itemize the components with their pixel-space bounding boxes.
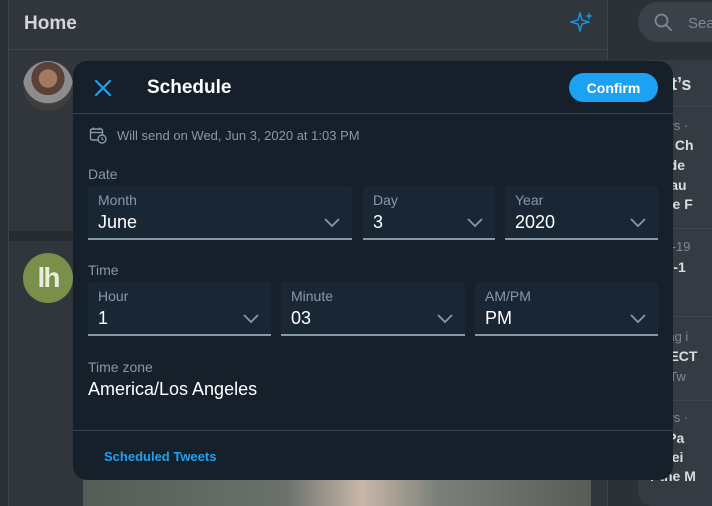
year-value: 2020 <box>515 212 556 232</box>
chevron-down-icon <box>243 314 259 324</box>
year-select[interactable]: Year 2020 <box>505 186 658 240</box>
avatar[interactable]: lh <box>23 253 73 303</box>
month-label: Month <box>98 192 137 208</box>
search-icon <box>654 13 672 31</box>
chevron-down-icon <box>324 218 340 228</box>
sparkle-icon[interactable] <box>569 10 595 36</box>
date-section-label: Date <box>88 166 118 182</box>
chevron-down-icon <box>437 314 453 324</box>
schedule-info-text: Will send on Wed, Jun 3, 2020 at 1:03 PM <box>117 127 360 143</box>
ampm-value: PM <box>485 308 512 328</box>
schedule-summary: Will send on Wed, Jun 3, 2020 at 1:03 PM <box>89 125 360 145</box>
day-value: 3 <box>373 212 384 232</box>
avatar[interactable] <box>23 61 73 111</box>
minute-value: 03 <box>291 308 312 328</box>
hour-value: 1 <box>98 308 109 328</box>
month-value: June <box>98 212 138 232</box>
ampm-select[interactable]: AM/PM PM <box>475 282 658 336</box>
calendar-clock-icon <box>89 127 107 144</box>
modal-title: Schedule <box>147 77 232 98</box>
search-placeholder: Sea <box>688 15 712 32</box>
chevron-down-icon <box>630 314 646 324</box>
ampm-label: AM/PM <box>485 288 531 304</box>
timezone-value: America/Los Angeles <box>88 379 258 399</box>
time-section-label: Time <box>88 262 119 278</box>
hour-select[interactable]: Hour 1 <box>88 282 271 336</box>
minute-select[interactable]: Minute 03 <box>281 282 465 336</box>
day-label: Day <box>373 192 398 208</box>
chevron-down-icon <box>630 218 646 228</box>
hour-label: Hour <box>98 288 129 304</box>
timezone-label: Time zone <box>88 359 153 375</box>
year-label: Year <box>515 192 544 208</box>
day-select[interactable]: Day 3 <box>363 186 495 240</box>
home-header: Home <box>9 0 607 50</box>
divider <box>73 430 673 431</box>
month-select[interactable]: Month June <box>88 186 352 240</box>
minute-label: Minute <box>291 288 334 304</box>
schedule-modal: Schedule Confirm Will send on Wed, Jun 3… <box>73 61 673 480</box>
close-icon[interactable] <box>92 77 114 99</box>
chevron-down-icon <box>467 218 483 228</box>
scheduled-tweets-link[interactable]: Scheduled Tweets <box>104 449 216 464</box>
modal-header: Schedule Confirm <box>73 61 673 114</box>
page-title: Home <box>24 13 77 34</box>
confirm-button[interactable]: Confirm <box>569 73 658 102</box>
search-input[interactable]: Sea <box>638 2 712 42</box>
